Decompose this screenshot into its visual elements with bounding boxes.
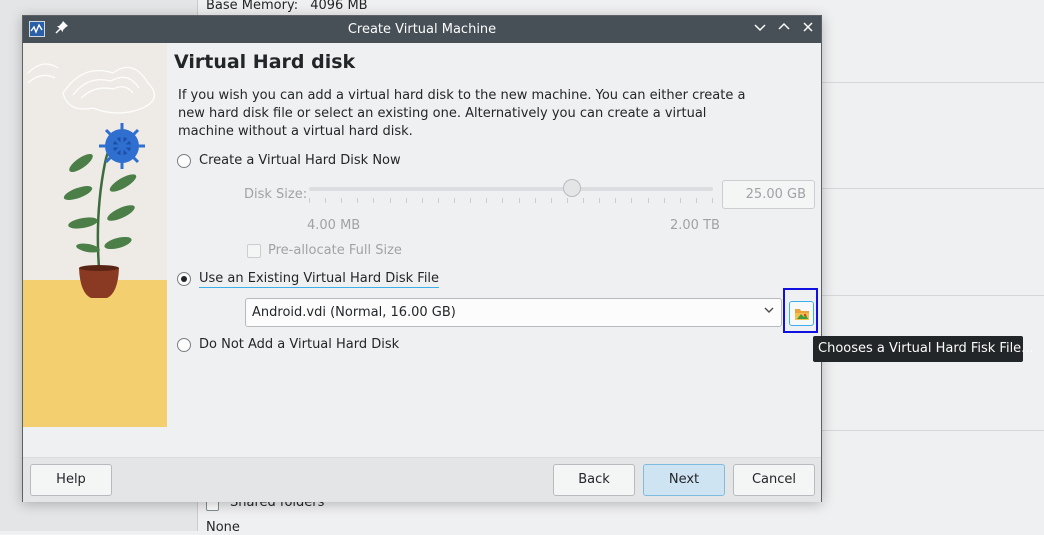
slider-tick: [309, 198, 310, 203]
disk-size-slider[interactable]: [309, 187, 713, 191]
window-title: Create Virtual Machine: [347, 22, 497, 37]
slider-tick: [486, 198, 487, 203]
slider-tick: [357, 198, 358, 203]
disk-size-label: Disk Size:: [244, 187, 308, 202]
use-existing-disk-radio[interactable]: [177, 272, 191, 286]
next-button[interactable]: Next: [643, 464, 725, 496]
no-disk-radio[interactable]: [177, 338, 191, 352]
chevron-down-icon[interactable]: [751, 20, 769, 38]
slider-tick: [631, 198, 632, 203]
slider-tick: [615, 198, 616, 203]
slider-tick: [599, 198, 600, 203]
tooltip: Chooses a Virtual Hard Fisk File...: [813, 336, 1034, 362]
slider-tick: [648, 198, 649, 203]
slider-tick: [680, 198, 681, 203]
folder-open-icon: [794, 306, 810, 326]
slider-tick: [583, 198, 584, 203]
create-disk-now-radio[interactable]: [177, 154, 191, 168]
chevron-down-icon: [763, 304, 775, 319]
slider-tick: [373, 198, 374, 203]
base-memory-value: 4096 MB: [310, 0, 368, 13]
dialog-footer: Help Back Next Cancel: [23, 457, 821, 502]
slider-tick: [454, 198, 455, 203]
slider-tick: [519, 198, 520, 203]
title-bar[interactable]: Create Virtual Machine: [23, 16, 821, 43]
preallocate-checkbox[interactable]: [247, 244, 261, 258]
disk-size-slider-handle[interactable]: [563, 179, 581, 197]
create-vm-dialog: Create Virtual Machine Virtual Hard disk…: [22, 15, 822, 502]
disk-size-max-label: 2.00 TB: [670, 218, 720, 233]
page-description: If you wish you can add a virtual hard d…: [178, 88, 746, 139]
help-button[interactable]: Help: [30, 464, 112, 496]
slider-tick: [438, 198, 439, 203]
close-icon[interactable]: [799, 20, 817, 38]
shared-folders-value: None: [206, 520, 240, 535]
slider-tick: [535, 198, 536, 203]
slider-tick: [664, 198, 665, 203]
slider-tick: [341, 198, 342, 203]
base-memory-label: Base Memory: 4096 MB: [206, 0, 368, 13]
existing-disk-value: Android.vdi (Normal, 16.00 GB): [252, 305, 456, 320]
slider-tick: [406, 198, 407, 203]
page-title: Virtual Hard disk: [174, 51, 356, 73]
use-existing-disk-label[interactable]: Use an Existing Virtual Hard Disk File: [199, 271, 440, 288]
no-disk-label[interactable]: Do Not Add a Virtual Hard Disk: [199, 337, 399, 352]
preallocate-label[interactable]: Pre-allocate Full Size: [268, 243, 402, 258]
existing-disk-select[interactable]: Android.vdi (Normal, 16.00 GB): [245, 298, 782, 327]
slider-tick: [470, 198, 471, 203]
cancel-button[interactable]: Cancel: [733, 464, 815, 496]
create-disk-now-label[interactable]: Create a Virtual Hard Disk Now: [199, 153, 401, 168]
slider-tick: [325, 198, 326, 203]
back-button[interactable]: Back: [553, 464, 635, 496]
disk-size-input[interactable]: 25.00 GB: [722, 180, 815, 209]
slider-tick: [712, 198, 713, 203]
choose-disk-file-button[interactable]: [789, 301, 814, 326]
disk-size-ticks: [309, 198, 713, 203]
disk-size-min-label: 4.00 MB: [307, 218, 361, 233]
slider-tick: [567, 198, 568, 203]
slider-tick: [422, 198, 423, 203]
slider-tick: [390, 198, 391, 203]
slider-tick: [502, 198, 503, 203]
slider-tick: [696, 198, 697, 203]
slider-tick: [551, 198, 552, 203]
wizard-illustration: [23, 43, 167, 427]
chevron-up-icon[interactable]: [775, 20, 793, 38]
